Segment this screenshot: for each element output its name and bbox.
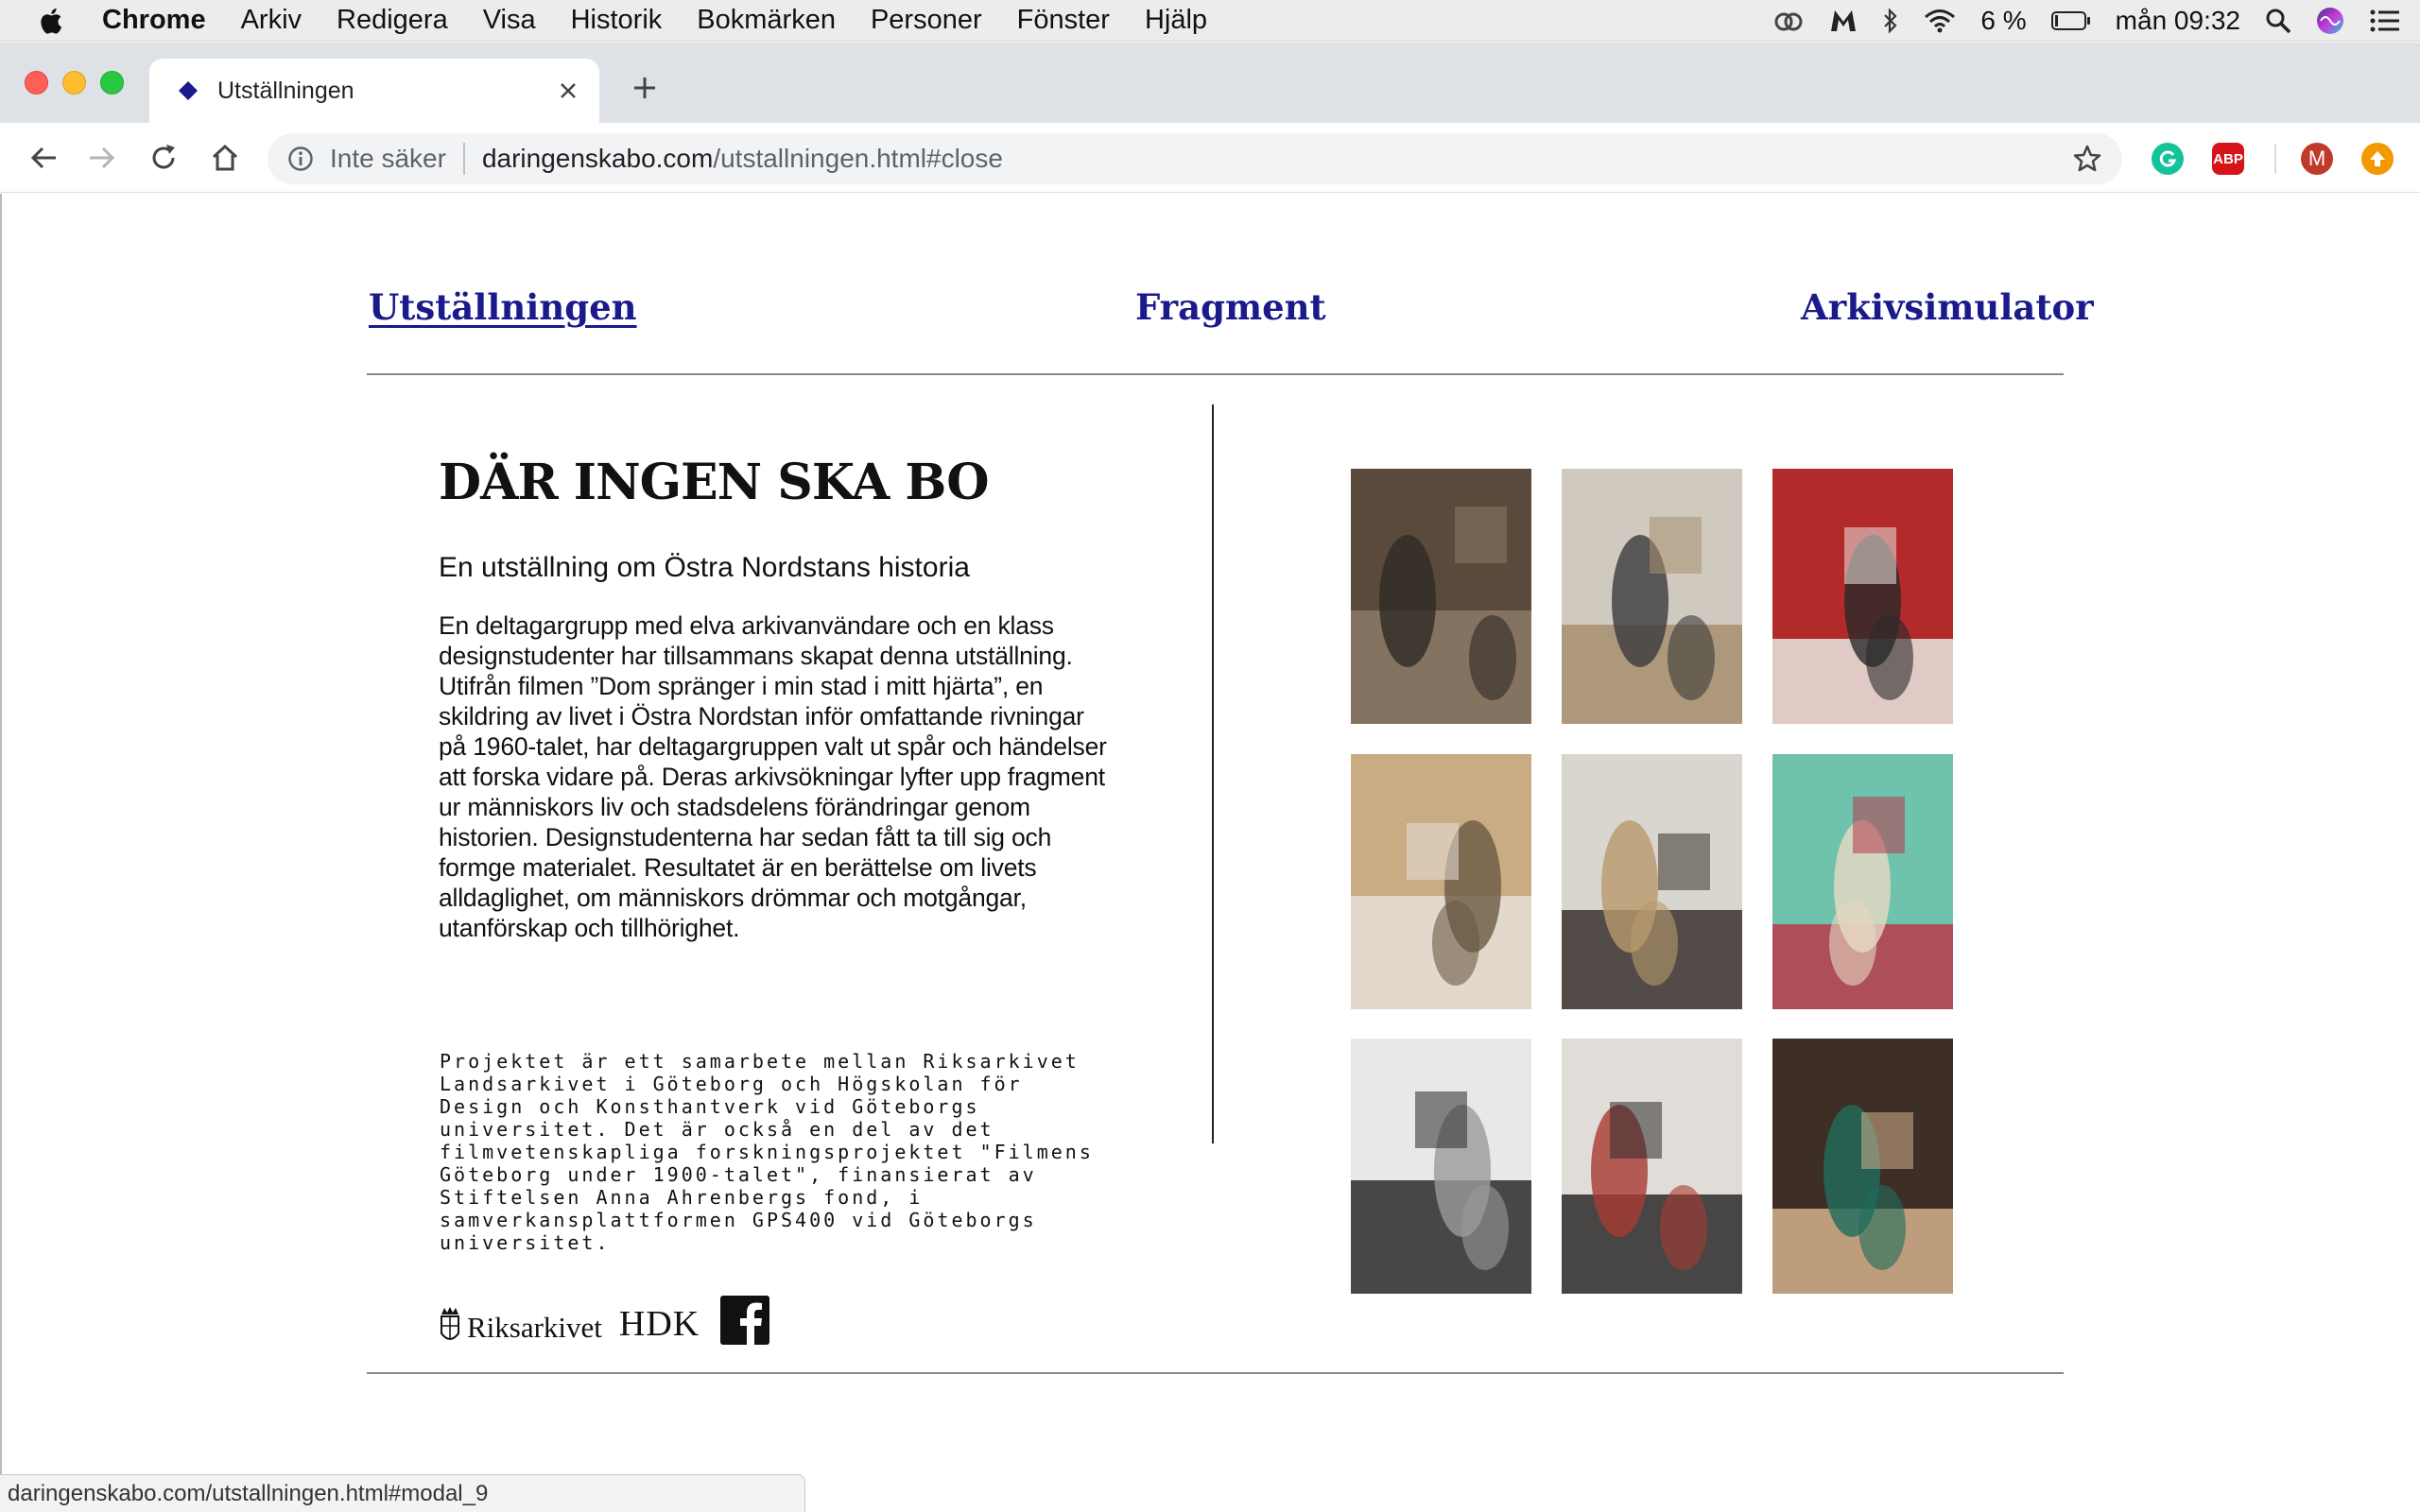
- exhibition-title: DÄR INGEN SKA BO: [439, 454, 990, 511]
- address-bar[interactable]: Inte säker daringenskabo.com/utstallning…: [268, 133, 2122, 184]
- menu-redigera[interactable]: Redigera: [337, 5, 448, 36]
- menu-personer[interactable]: Personer: [871, 5, 982, 36]
- column-divider: [1212, 404, 1214, 1143]
- diamond-favicon-icon: [178, 80, 199, 101]
- notification-center-icon[interactable]: [2369, 9, 2401, 33]
- photo-workshop-table[interactable]: [1772, 1039, 1953, 1294]
- profile-initial: M: [2308, 146, 2326, 170]
- toolbar-separator: [2274, 144, 2276, 174]
- nav-link-arkivsimulator[interactable]: Arkivsimulator: [1801, 286, 2094, 328]
- update-arrow-icon[interactable]: [2361, 143, 2394, 175]
- riksarkivet-logo-text: Riksarkivet: [467, 1311, 602, 1344]
- link-status-bubble: daringenskabo.com/utstallningen.html#mod…: [0, 1474, 805, 1512]
- partner-logos: Riksarkivet HDK: [439, 1288, 770, 1345]
- menu-hjalp[interactable]: Hjälp: [1145, 5, 1207, 36]
- adblock-plus-extension-icon[interactable]: ABP: [2212, 143, 2244, 175]
- window-zoom-button[interactable]: [100, 71, 124, 94]
- adblock-label: ABP: [2213, 150, 2243, 167]
- back-arrow-icon[interactable]: [25, 139, 62, 177]
- security-label[interactable]: Inte säker: [330, 144, 446, 174]
- nav-link-utstallningen[interactable]: Utställningen: [369, 286, 637, 328]
- forward-arrow-icon[interactable]: [83, 139, 121, 177]
- m-app-icon[interactable]: [1829, 9, 1858, 33]
- exhibition-description: En deltagargrupp med elva arkivanvändare…: [439, 611, 1107, 942]
- facebook-icon[interactable]: [720, 1296, 770, 1345]
- tab-title: Utställningen: [217, 77, 354, 104]
- crown-emblem-icon: [441, 1307, 459, 1340]
- profile-avatar[interactable]: M: [2301, 143, 2333, 175]
- status-url: daringenskabo.com/utstallningen.html#mod…: [8, 1480, 489, 1506]
- footer-divider: [367, 1372, 2064, 1374]
- spotlight-search-icon[interactable]: [2265, 8, 2291, 34]
- page-content: Utställningen Fragment Arkivsimulator DÄ…: [0, 194, 2420, 1512]
- grammarly-extension-icon[interactable]: [2152, 143, 2184, 175]
- window-close-button[interactable]: [25, 71, 48, 94]
- hdk-logo[interactable]: HDK: [619, 1303, 700, 1345]
- nav-link-fragment[interactable]: Fragment: [1135, 286, 1326, 328]
- photo-screening-room[interactable]: [1351, 1039, 1531, 1294]
- siri-icon[interactable]: [2316, 7, 2344, 35]
- nav-divider: [367, 373, 2064, 375]
- macos-menubar: Chrome Arkiv Redigera Visa Historik Bokm…: [0, 0, 2420, 42]
- info-icon[interactable]: [286, 145, 315, 173]
- menu-arkiv[interactable]: Arkiv: [241, 5, 302, 36]
- battery-percentage: 6 %: [1980, 6, 2027, 35]
- photo-archive-basement[interactable]: [1351, 469, 1531, 724]
- new-tab-plus-icon[interactable]: [628, 71, 662, 105]
- menu-bokmarken[interactable]: Bokmärken: [697, 5, 836, 36]
- menu-historik[interactable]: Historik: [571, 5, 663, 36]
- creative-cloud-icon[interactable]: [1772, 9, 1805, 32]
- wifi-icon[interactable]: [1924, 9, 1956, 33]
- url-path: /utstallningen.html#close: [713, 144, 1003, 173]
- menu-fonster[interactable]: Fönster: [1017, 5, 1110, 36]
- tab-strip: Utställningen: [0, 43, 2420, 123]
- tab-close-icon[interactable]: [552, 75, 584, 107]
- photo-person-drawing[interactable]: [1772, 469, 1953, 724]
- photo-poster-wall[interactable]: [1772, 754, 1953, 1009]
- project-credits: Projektet är ett samarbete mellan Riksar…: [440, 1050, 1094, 1254]
- home-icon[interactable]: [206, 139, 244, 177]
- apple-menu-icon[interactable]: [38, 7, 95, 35]
- bluetooth-icon[interactable]: [1882, 8, 1899, 34]
- window-minimize-button[interactable]: [62, 71, 86, 94]
- battery-icon[interactable]: [2050, 10, 2091, 31]
- reload-icon[interactable]: [145, 139, 182, 177]
- photo-cardboard-models[interactable]: [1351, 754, 1531, 1009]
- photo-exhibition-hall[interactable]: [1562, 469, 1742, 724]
- menu-app-name[interactable]: Chrome: [102, 5, 206, 36]
- riksarkivet-logo[interactable]: Riksarkivet: [439, 1305, 602, 1345]
- browser-toolbar: Inte säker daringenskabo.com/utstallning…: [0, 123, 2420, 193]
- photo-students-meeting[interactable]: [1562, 754, 1742, 1009]
- photo-camera-setup[interactable]: [1562, 1039, 1742, 1294]
- url-host: daringenskabo.com: [481, 144, 714, 173]
- menubar-clock[interactable]: mån 09:32: [2116, 6, 2240, 36]
- address-separator: [462, 143, 465, 175]
- exhibition-subtitle: En utställning om Östra Nordstans histor…: [439, 552, 970, 583]
- bookmark-star-icon[interactable]: [2071, 143, 2103, 175]
- tab-utstallningen[interactable]: Utställningen: [149, 59, 599, 123]
- menu-visa[interactable]: Visa: [483, 5, 536, 36]
